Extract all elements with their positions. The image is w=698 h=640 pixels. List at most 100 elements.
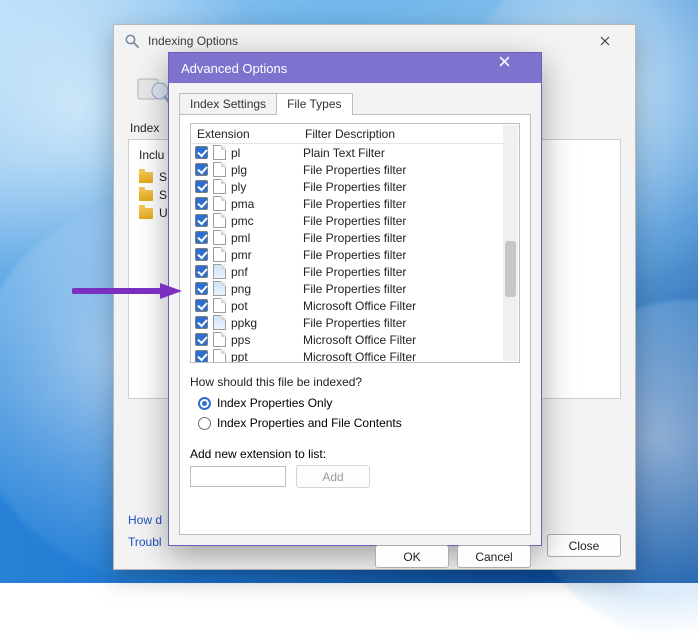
checkbox[interactable] bbox=[195, 231, 208, 244]
extension-label: png bbox=[231, 282, 303, 296]
close-icon[interactable] bbox=[583, 26, 627, 56]
extension-label: pot bbox=[231, 299, 303, 313]
filter-description-label: File Properties filter bbox=[303, 163, 519, 177]
file-type-row[interactable]: pngFile Properties filter bbox=[191, 280, 519, 297]
file-icon bbox=[213, 315, 226, 330]
extension-label: ppt bbox=[231, 350, 303, 363]
file-types-header: Extension Filter Description bbox=[191, 124, 519, 144]
checkbox[interactable] bbox=[195, 316, 208, 329]
close-button[interactable]: Close bbox=[547, 534, 621, 557]
file-type-row[interactable]: ppkgFile Properties filter bbox=[191, 314, 519, 331]
file-icon bbox=[213, 332, 226, 347]
how-indexed-label: How should this file be indexed? bbox=[190, 375, 520, 389]
file-type-row[interactable]: pmaFile Properties filter bbox=[191, 195, 519, 212]
advanced-titlebar[interactable]: Advanced Options bbox=[169, 53, 541, 83]
radio-icon bbox=[198, 397, 211, 410]
ok-button[interactable]: OK bbox=[375, 545, 449, 568]
radio-icon bbox=[198, 417, 211, 430]
filter-description-label: Plain Text Filter bbox=[303, 146, 519, 160]
file-icon bbox=[213, 179, 226, 194]
checkbox[interactable] bbox=[195, 333, 208, 346]
file-icon bbox=[213, 298, 226, 313]
file-icon bbox=[213, 281, 226, 296]
tab-file-types[interactable]: File Types bbox=[276, 93, 352, 115]
file-type-row[interactable]: pmrFile Properties filter bbox=[191, 246, 519, 263]
file-icon bbox=[213, 349, 226, 362]
filter-description-label: File Properties filter bbox=[303, 180, 519, 194]
filter-description-label: File Properties filter bbox=[303, 197, 519, 211]
file-types-list[interactable]: Extension Filter Description plPlain Tex… bbox=[190, 123, 520, 363]
filter-description-label: File Properties filter bbox=[303, 214, 519, 228]
included-location-label: S bbox=[159, 188, 167, 202]
folder-icon bbox=[139, 172, 153, 183]
add-extension-input[interactable] bbox=[190, 466, 286, 487]
add-extension-label: Add new extension to list: bbox=[190, 447, 520, 461]
folder-icon bbox=[139, 208, 153, 219]
radio-properties-only[interactable]: Index Properties Only bbox=[198, 393, 520, 413]
filter-description-label: Microsoft Office Filter bbox=[303, 350, 519, 363]
checkbox[interactable] bbox=[195, 214, 208, 227]
file-type-row[interactable]: pptMicrosoft Office Filter bbox=[191, 348, 519, 362]
extension-label: plg bbox=[231, 163, 303, 177]
tab-index-settings[interactable]: Index Settings bbox=[179, 93, 277, 115]
file-type-row[interactable]: ppsMicrosoft Office Filter bbox=[191, 331, 519, 348]
included-location-label: S bbox=[159, 170, 167, 184]
filter-description-label: File Properties filter bbox=[303, 282, 519, 296]
folder-icon bbox=[139, 190, 153, 201]
filter-description-label: Microsoft Office Filter bbox=[303, 333, 519, 347]
file-icon bbox=[213, 145, 226, 160]
file-type-row[interactable]: plyFile Properties filter bbox=[191, 178, 519, 195]
indexing-title: Indexing Options bbox=[148, 34, 583, 48]
file-type-row[interactable]: pmlFile Properties filter bbox=[191, 229, 519, 246]
add-button[interactable]: Add bbox=[296, 465, 370, 488]
magnifier-icon bbox=[124, 33, 140, 49]
file-icon bbox=[213, 230, 226, 245]
checkbox[interactable] bbox=[195, 282, 208, 295]
extension-label: ply bbox=[231, 180, 303, 194]
checkbox[interactable] bbox=[195, 180, 208, 193]
extension-label: pmc bbox=[231, 214, 303, 228]
checkbox[interactable] bbox=[195, 350, 208, 362]
extension-label: pml bbox=[231, 231, 303, 245]
file-icon bbox=[213, 213, 226, 228]
file-type-row[interactable]: pmcFile Properties filter bbox=[191, 212, 519, 229]
column-extension[interactable]: Extension bbox=[191, 127, 301, 141]
extension-label: pl bbox=[231, 146, 303, 160]
filter-description-label: Microsoft Office Filter bbox=[303, 299, 519, 313]
file-type-row[interactable]: pnfFile Properties filter bbox=[191, 263, 519, 280]
tab-strip: Index Settings File Types bbox=[179, 91, 531, 115]
file-type-row[interactable]: plPlain Text Filter bbox=[191, 144, 519, 161]
filter-description-label: File Properties filter bbox=[303, 265, 519, 279]
filter-description-label: File Properties filter bbox=[303, 316, 519, 330]
checkbox[interactable] bbox=[195, 163, 208, 176]
advanced-title: Advanced Options bbox=[181, 61, 499, 76]
extension-label: ppkg bbox=[231, 316, 303, 330]
checkbox[interactable] bbox=[195, 265, 208, 278]
file-icon bbox=[213, 196, 226, 211]
radio-label: Index Properties and File Contents bbox=[217, 416, 402, 430]
extension-label: pps bbox=[231, 333, 303, 347]
extension-label: pmr bbox=[231, 248, 303, 262]
checkbox[interactable] bbox=[195, 248, 208, 261]
checkbox[interactable] bbox=[195, 299, 208, 312]
file-icon bbox=[213, 247, 226, 262]
extension-label: pma bbox=[231, 197, 303, 211]
file-icon bbox=[213, 162, 226, 177]
filter-description-label: File Properties filter bbox=[303, 231, 519, 245]
file-types-tabpage: Extension Filter Description plPlain Tex… bbox=[179, 115, 531, 535]
file-type-row[interactable]: potMicrosoft Office Filter bbox=[191, 297, 519, 314]
file-icon bbox=[213, 264, 226, 279]
cancel-button[interactable]: Cancel bbox=[457, 545, 531, 568]
scrollbar[interactable] bbox=[503, 125, 518, 361]
advanced-options-dialog: Advanced Options Index Settings File Typ… bbox=[168, 52, 542, 546]
close-icon[interactable] bbox=[499, 55, 535, 81]
checkbox[interactable] bbox=[195, 146, 208, 159]
file-type-row[interactable]: plgFile Properties filter bbox=[191, 161, 519, 178]
checkbox[interactable] bbox=[195, 197, 208, 210]
included-location-label: U bbox=[159, 206, 168, 220]
radio-properties-and-contents[interactable]: Index Properties and File Contents bbox=[198, 413, 520, 433]
radio-label: Index Properties Only bbox=[217, 396, 332, 410]
filter-description-label: File Properties filter bbox=[303, 248, 519, 262]
extension-label: pnf bbox=[231, 265, 303, 279]
column-description[interactable]: Filter Description bbox=[301, 127, 519, 141]
